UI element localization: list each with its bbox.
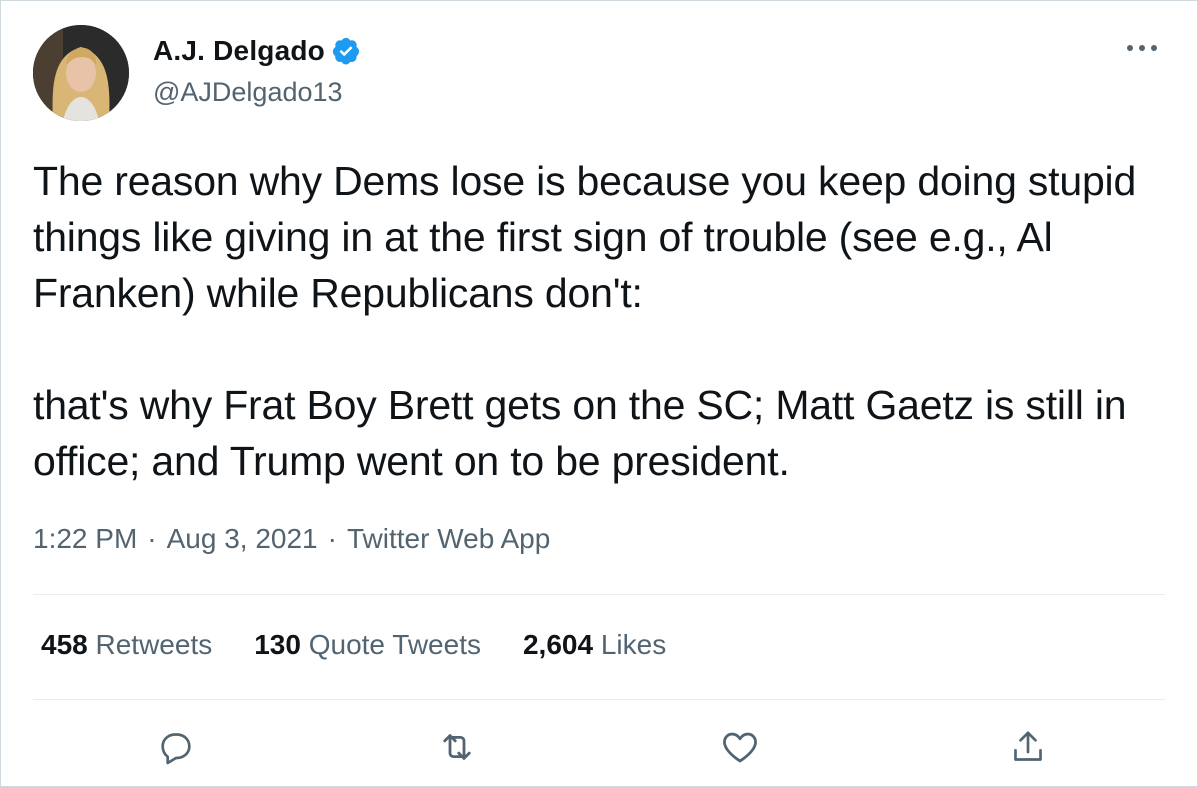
author-row: A.J. Delgado [153,35,361,67]
likes-stat[interactable]: 2,604 Likes [523,629,666,661]
reply-icon[interactable] [152,723,200,771]
avatar-image [33,25,129,121]
retweet-icon[interactable] [433,723,481,771]
tweet-text: The reason why Dems lose is because you … [33,158,1137,484]
likes-label: Likes [600,629,667,660]
share-icon[interactable] [1004,723,1052,771]
tweet-card: A.J. Delgado @AJDelgado13 The reason why… [0,0,1198,787]
engagement-stats: 458 Retweets 130 Quote Tweets 2,604 Like… [41,629,666,661]
tweet-time[interactable]: 1:22 PM [33,523,137,555]
likes-count: 2,604 [522,629,594,660]
retweets-count: 458 [41,629,88,660]
meta-separator: · [147,523,157,554]
tweet-meta: 1:22 PM · Aug 3, 2021 · Twitter Web App [33,523,550,555]
meta-separator: · [327,523,337,554]
author-handle[interactable]: @AJDelgado13 [153,77,343,108]
author-name[interactable]: A.J. Delgado [153,35,325,67]
quotes-count: 130 [254,629,301,660]
avatar[interactable] [33,25,129,121]
divider [33,594,1165,595]
tweet-source[interactable]: Twitter Web App [347,523,550,555]
quote-tweets-stat[interactable]: 130 Quote Tweets [254,629,481,661]
like-icon[interactable] [716,723,764,771]
retweets-stat[interactable]: 458 Retweets [41,629,212,661]
quotes-label: Quote Tweets [308,629,481,660]
more-icon[interactable] [1125,34,1159,54]
verified-badge-icon [332,37,360,65]
retweets-label: Retweets [95,629,213,660]
divider [33,699,1165,700]
tweet-actions [1,723,1198,773]
tweet-date[interactable]: Aug 3, 2021 [167,523,318,555]
